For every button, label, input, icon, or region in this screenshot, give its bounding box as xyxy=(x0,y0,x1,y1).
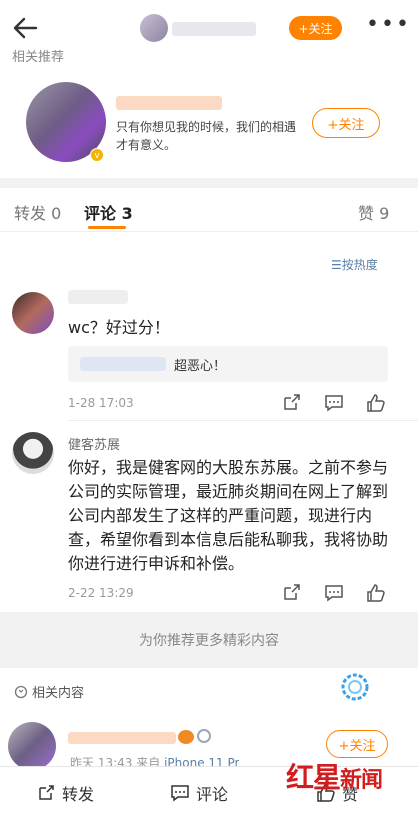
author-avatar[interactable] xyxy=(140,14,168,42)
sort-icon: ☰ xyxy=(331,258,342,272)
related-follow-button[interactable]: +关注 xyxy=(326,730,388,758)
more-recommendations-banner[interactable]: 为你推荐更多精彩内容 xyxy=(0,612,418,668)
follow-button[interactable]: +关注 xyxy=(289,16,342,40)
author-name-blurred xyxy=(172,22,256,36)
more-recommendations-label: 为你推荐更多精彩内容 xyxy=(139,633,279,649)
comment-text: wc？好过分！ xyxy=(68,318,170,337)
comment-icon xyxy=(171,785,189,802)
related-post-from: 来自 xyxy=(136,756,161,766)
commenter-name-blurred xyxy=(68,290,128,304)
verified-badge-icon: v xyxy=(90,148,104,162)
tab-bar: 转发 0 评论 3 赞 9 xyxy=(0,188,418,232)
reply-icon[interactable] xyxy=(323,392,345,414)
recommended-follow-button[interactable]: +关注 xyxy=(312,108,380,138)
hongxing-news-watermark-logo: 红星新闻 xyxy=(286,756,383,796)
related-icon xyxy=(14,685,28,698)
related-post-meta: 昨天 13:43 来自 iPhone 11 Pr xyxy=(70,754,239,766)
tab-likes[interactable]: 赞 9 xyxy=(358,200,389,224)
related-author-name-blurred xyxy=(68,732,176,744)
reply-text: 超恶心！ xyxy=(174,359,227,374)
share-icon[interactable] xyxy=(280,582,302,604)
comment-time: 1-28 17:03 xyxy=(68,396,134,410)
comment-text: 你好，我是健客网的大股东苏展。之前不参与公司的实际管理，最近肺炎期间在网上了解到… xyxy=(68,458,389,573)
like-icon[interactable] xyxy=(365,582,387,604)
related-post-device[interactable]: iPhone 11 Pr xyxy=(164,756,239,766)
comment-time: 2-22 13:29 xyxy=(68,586,134,600)
tab-repost[interactable]: 转发 0 xyxy=(14,200,61,224)
reply-preview[interactable]: 超恶心！ xyxy=(68,346,388,382)
sort-label: 按热度 xyxy=(341,258,378,272)
reply-icon[interactable] xyxy=(323,582,345,604)
section-title: 相关推荐 xyxy=(12,50,65,62)
recommended-user-description: 只有你想见我的时候，我们的相遇才有意义。 xyxy=(116,120,297,152)
section-divider xyxy=(0,178,418,188)
sort-by-hot-button[interactable]: ☰按热度 xyxy=(331,256,378,273)
share-icon[interactable] xyxy=(280,392,302,414)
comment-divider xyxy=(68,420,418,421)
sparkle-ring-icon[interactable] xyxy=(338,670,372,704)
active-tab-indicator xyxy=(88,226,126,229)
watermark-small: 新闻 xyxy=(340,767,383,793)
like-icon[interactable] xyxy=(365,392,387,414)
repost-icon xyxy=(39,785,54,800)
recommended-user-name-blurred xyxy=(116,96,222,110)
repost-button[interactable]: 转发 xyxy=(36,781,94,805)
related-author-avatar[interactable] xyxy=(8,722,56,770)
comment-button[interactable]: 评论 xyxy=(170,781,228,805)
watermark-big: 红星 xyxy=(286,761,341,794)
comment-label: 评论 xyxy=(196,785,229,804)
level-badge-icon xyxy=(197,729,211,743)
related-content-title: 相关内容 xyxy=(32,686,85,701)
reply-author-blurred xyxy=(80,357,166,371)
related-post-time: 昨天 13:43 xyxy=(70,756,133,766)
tab-comments[interactable]: 评论 3 xyxy=(84,200,133,224)
related-content-header: 相关内容 xyxy=(14,682,84,701)
commenter-name[interactable]: 健客苏展 xyxy=(68,434,120,453)
commenter-avatar[interactable] xyxy=(12,292,54,334)
more-options-icon[interactable]: ••• xyxy=(366,14,409,38)
member-badge-icon xyxy=(178,730,194,744)
commenter-avatar[interactable] xyxy=(12,432,54,474)
back-arrow-icon[interactable] xyxy=(10,12,42,44)
repost-label: 转发 xyxy=(62,785,95,804)
